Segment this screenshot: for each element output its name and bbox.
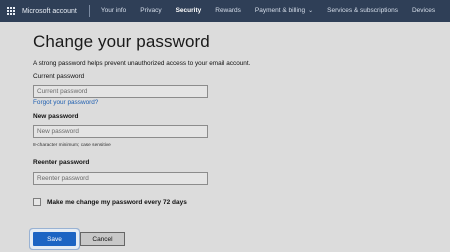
nav-item-security[interactable]: Security xyxy=(169,0,209,22)
nav-item-rewards[interactable]: Rewards xyxy=(208,0,248,22)
password-expiry-label: Make me change my password every 72 days xyxy=(47,198,187,206)
nav-item-devices[interactable]: Devices xyxy=(405,0,442,22)
new-password-label: New password xyxy=(33,113,79,120)
nav-item-your-info[interactable]: Your info xyxy=(94,0,133,22)
nav-item-label: Payment & billing xyxy=(254,7,306,14)
brand-link[interactable]: Microsoft account xyxy=(22,8,85,15)
current-password-input[interactable] xyxy=(33,85,208,98)
new-password-helper: 8-character minimum; case sensitive xyxy=(33,143,111,148)
save-button[interactable]: Save xyxy=(33,232,76,246)
nav-item-privacy[interactable]: Privacy xyxy=(133,0,168,22)
current-password-label: Current password xyxy=(33,73,85,80)
nav-item-payment-billing[interactable]: Payment & billing ⌄ xyxy=(248,0,320,22)
change-password-form: Change your password A strong password h… xyxy=(33,32,333,206)
top-navigation-bar: Microsoft account Your info Privacy Secu… xyxy=(0,0,450,22)
nav-divider xyxy=(88,5,90,17)
password-expiry-option[interactable]: Make me change my password every 72 days xyxy=(33,198,187,206)
new-password-input[interactable] xyxy=(33,125,208,138)
password-expiry-checkbox[interactable] xyxy=(33,198,41,206)
cancel-button[interactable]: Cancel xyxy=(80,232,125,246)
reenter-password-label: Reenter password xyxy=(33,159,90,166)
page-title: Change your password xyxy=(33,32,210,51)
password-hint: A strong password helps prevent unauthor… xyxy=(33,60,251,67)
chevron-down-icon: ⌄ xyxy=(308,8,314,14)
forgot-password-link[interactable]: Forgot your password? xyxy=(33,99,98,106)
reenter-password-input[interactable] xyxy=(33,172,208,185)
app-launcher-icon[interactable] xyxy=(0,0,22,22)
nav-item-services-subscriptions[interactable]: Services & subscriptions xyxy=(320,0,405,22)
